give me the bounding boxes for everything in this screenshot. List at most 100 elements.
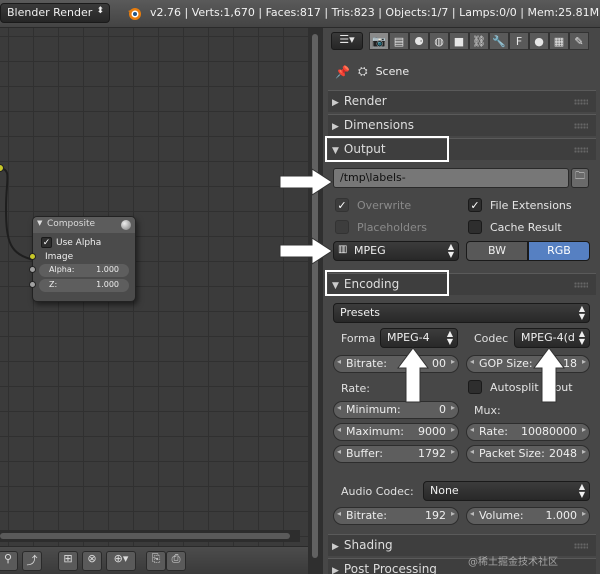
render-icon[interactable]: 📷 [369, 32, 389, 50]
pin-icon[interactable]: 📌 [335, 65, 350, 79]
world-icon[interactable]: ◍ [429, 32, 449, 50]
buffer-field[interactable]: ◂ Buffer: 1792 ▸ [333, 445, 459, 463]
panel-render[interactable]: ▶ Render [328, 90, 596, 112]
bw-toggle[interactable]: BW [466, 241, 528, 261]
mux-rate-field[interactable]: ◂ Rate: 10080000 ▸ [466, 423, 590, 441]
decrement-icon[interactable]: ◂ [470, 509, 474, 518]
node-editor-header: ⚲ ⤴ ⊞ ⊗ ⊕▾ ⎘ ⎙ [0, 546, 308, 574]
increment-icon[interactable]: ▸ [582, 357, 586, 366]
overwrite-row[interactable]: ✓ Overwrite [335, 198, 411, 212]
updown-icon: ▲ ▼ [446, 329, 453, 346]
drag-grip-icon[interactable] [574, 123, 588, 129]
folder-browse-icon[interactable]: 🗀 [571, 168, 589, 188]
decrement-icon[interactable]: ◂ [337, 357, 341, 366]
node-header[interactable]: ▼ Composite [33, 217, 135, 233]
z-socket-icon[interactable] [29, 281, 36, 288]
increment-icon[interactable]: ▸ [582, 447, 586, 456]
file-format-select[interactable]: ▥ MPEG ▲ ▼ [333, 241, 459, 261]
use-alpha-row[interactable]: ✓ Use Alpha [33, 233, 135, 248]
constraints-icon[interactable]: ⛓ [469, 32, 489, 50]
increment-icon[interactable]: ▸ [451, 447, 455, 456]
scrollbar-thumb[interactable] [312, 34, 318, 558]
output-path-field[interactable]: /tmp\labels- [333, 168, 569, 188]
render-engine-select[interactable]: Blender Render ⬍ [0, 3, 110, 23]
increment-icon[interactable]: ▸ [582, 509, 586, 518]
increment-icon[interactable]: ▸ [451, 509, 455, 518]
increment-icon[interactable]: ▸ [451, 425, 455, 434]
overwrite-checkbox[interactable]: ✓ [335, 198, 349, 212]
decrement-icon[interactable]: ◂ [470, 357, 474, 366]
rgb-toggle[interactable]: RGB [528, 241, 590, 261]
use-alpha-label: Use Alpha [56, 237, 102, 248]
paste-icon[interactable]: ⎙ [166, 551, 186, 571]
use-alpha-checkbox[interactable]: ✓ [41, 237, 52, 248]
autosplit-checkbox[interactable] [468, 380, 482, 394]
render-layers-icon[interactable]: ▤ [389, 32, 409, 50]
composite-node[interactable]: ▼ Composite ✓ Use Alpha Image Alpha: 1.0… [29, 216, 136, 302]
data-icon[interactable]: F [509, 32, 529, 50]
minimum-label: Minimum: [346, 403, 401, 416]
decrement-icon[interactable]: ◂ [337, 509, 341, 518]
image-socket-icon[interactable] [29, 253, 36, 260]
scene-icon[interactable]: ⚈ [409, 32, 429, 50]
copy-icon[interactable]: ⎘ [146, 551, 166, 571]
region-scrollbar[interactable] [308, 28, 323, 574]
drag-grip-icon[interactable] [574, 147, 588, 153]
placeholders-row[interactable]: Placeholders [335, 220, 427, 234]
minimum-value: 0 [439, 403, 446, 416]
link-icon[interactable]: ⊗ [82, 551, 102, 571]
object-icon[interactable]: ■ [449, 32, 469, 50]
decrement-icon[interactable]: ◂ [470, 447, 474, 456]
rate-heading: Rate: [341, 382, 370, 395]
texture-icon[interactable]: ▦ [549, 32, 569, 50]
panel-dimensions[interactable]: ▶ Dimensions [328, 114, 596, 136]
snap-icon[interactable]: ⊞ [58, 551, 78, 571]
backdrop-icon[interactable]: ⤴ [22, 551, 42, 571]
packet-size-field[interactable]: ◂ Packet Size: 2048 ▸ [466, 445, 590, 463]
z-field[interactable]: Z: 1.000 [29, 279, 129, 292]
node-editor[interactable]: ▼ Composite ✓ Use Alpha Image Alpha: 1.0… [0, 28, 308, 546]
editor-type-menu[interactable]: ☰▾ [331, 32, 363, 50]
decrement-icon[interactable]: ◂ [337, 425, 341, 434]
audio-codec-select[interactable]: None ▲ ▼ [423, 481, 590, 501]
cache-result-checkbox[interactable] [468, 220, 482, 234]
codec-select[interactable]: MPEG-4(d ▲ ▼ [514, 328, 590, 348]
collapse-triangle-icon[interactable]: ▼ [37, 219, 42, 227]
decrement-icon[interactable]: ◂ [470, 425, 474, 434]
blender-logo-icon [128, 8, 141, 20]
material-icon[interactable]: ● [529, 32, 549, 50]
increment-icon[interactable]: ▸ [451, 403, 455, 412]
increment-icon[interactable]: ▸ [451, 357, 455, 366]
placeholders-checkbox[interactable] [335, 220, 349, 234]
codec-value: MPEG-4(d [521, 331, 575, 344]
updown-icon: ▲ ▼ [578, 329, 585, 346]
decrement-icon[interactable]: ◂ [337, 403, 341, 412]
file-extensions-row[interactable]: ✓ File Extensions [468, 198, 572, 212]
container-format-select[interactable]: MPEG-4 ▲ ▼ [380, 328, 458, 348]
alpha-socket-icon[interactable] [29, 266, 36, 273]
snap-element-icon[interactable]: ⊕▾ [106, 551, 136, 571]
presets-select[interactable]: Presets ▲ ▼ [333, 303, 590, 323]
presets-label: Presets [340, 306, 381, 319]
info-header: Blender Render ⬍ v2.76 | Verts:1,670 | F… [0, 0, 600, 28]
volume-field[interactable]: ◂ Volume: 1.000 ▸ [466, 507, 590, 525]
scrollbar-thumb[interactable] [0, 533, 290, 539]
node-preview-sphere-icon[interactable] [121, 220, 131, 230]
file-extensions-checkbox[interactable]: ✓ [468, 198, 482, 212]
drag-grip-icon[interactable] [574, 99, 588, 105]
drag-grip-icon[interactable] [574, 282, 588, 288]
modifiers-icon[interactable]: 🔧 [489, 32, 509, 50]
increment-icon[interactable]: ▸ [582, 425, 586, 434]
overwrite-label: Overwrite [357, 198, 412, 212]
pin-icon[interactable]: ⚲ [0, 551, 18, 571]
maximum-value: 9000 [418, 425, 446, 438]
gop-size-field[interactable]: ◂ GOP Size: 18 ▸ [466, 355, 590, 373]
cache-result-row[interactable]: Cache Result [468, 220, 562, 234]
drag-grip-icon[interactable] [574, 543, 588, 549]
audio-bitrate-field[interactable]: ◂ Bitrate: 192 ▸ [333, 507, 459, 525]
maximum-rate-field[interactable]: ◂ Maximum: 9000 ▸ [333, 423, 459, 441]
alpha-field[interactable]: Alpha: 1.000 [29, 264, 129, 277]
decrement-icon[interactable]: ◂ [337, 447, 341, 456]
particles-icon[interactable]: ✎ [569, 32, 589, 50]
node-editor-scrollbar[interactable] [0, 530, 300, 542]
